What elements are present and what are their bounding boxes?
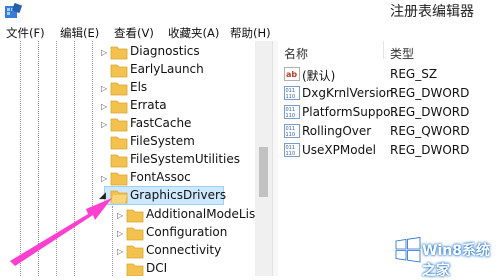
value-row[interactable]: 011 110 PlatformSuppo... REG_DWORD — [278, 103, 500, 122]
tree-item-label: Errata — [130, 98, 167, 112]
tree-item[interactable]: EarlyLaunch — [0, 61, 255, 79]
tree-item[interactable]: ▷ Errata — [0, 97, 255, 115]
open-folder-icon — [110, 190, 128, 204]
expand-icon[interactable]: ▷ — [117, 211, 123, 220]
tree-item-label: FileSystem — [130, 134, 195, 148]
value-name: DxgKrnlVersion — [302, 86, 394, 100]
expand-icon[interactable]: ▷ — [117, 229, 123, 238]
value-type: REG_DWORD — [390, 86, 470, 100]
windows-logo-icon — [395, 237, 421, 263]
tree-item-label: AdditionalModeLists — [146, 207, 267, 221]
expand-icon[interactable]: ▷ — [101, 84, 107, 93]
svg-text:110: 110 — [286, 151, 296, 157]
tree-item-selected[interactable]: ◢ GraphicsDrivers — [0, 186, 255, 205]
tree-item[interactable]: ▷ Configuration — [0, 224, 255, 242]
tree-scrollbar[interactable] — [255, 41, 272, 276]
value-name: UseXPModel — [302, 143, 376, 157]
tree-item-label: FontAssoc — [130, 170, 191, 184]
registry-editor-app-icon — [5, 3, 22, 18]
collapse-icon[interactable]: ◢ — [99, 191, 106, 201]
value-type: REG_SZ — [390, 67, 438, 81]
tree-item-label: FileSystemUtilities — [130, 152, 240, 166]
tree-item[interactable]: FileSystem — [0, 133, 255, 151]
svg-text:110: 110 — [286, 132, 296, 138]
tree-item[interactable]: ▷ Diagnostics — [0, 43, 255, 61]
tree-item-label: EarlyLaunch — [130, 62, 204, 76]
tree-item-label: GraphicsDrivers — [130, 188, 227, 202]
tree-item[interactable]: ▷ Els — [0, 79, 255, 97]
binary-value-icon: 011 110 — [284, 143, 300, 157]
tree-item[interactable]: FileSystemUtilities — [0, 151, 255, 169]
svg-text:110: 110 — [286, 113, 296, 119]
tree-item-label: DCI — [146, 261, 168, 275]
tree-item[interactable]: ▷ FastCache — [0, 115, 255, 133]
value-row[interactable]: 011 110 RollingOver REG_QWORD — [278, 122, 500, 141]
folder-icon — [126, 245, 144, 259]
value-type: REG_DWORD — [390, 143, 470, 157]
tree-item[interactable]: ▷ Connectivity — [0, 242, 255, 260]
expand-icon[interactable]: ▷ — [101, 120, 107, 129]
svg-text:ab: ab — [286, 70, 297, 79]
menu-edit[interactable]: 编辑(E) — [60, 25, 99, 41]
watermark-logo: Win8系统之家 — [392, 230, 500, 279]
folder-icon — [126, 209, 144, 223]
binary-value-icon: 011 110 — [284, 105, 300, 119]
watermark-text: Win8系统之家 — [422, 243, 490, 279]
expand-icon[interactable]: ▷ — [101, 102, 107, 111]
title-bar: 注册表编辑器 — [0, 0, 500, 22]
value-name: (默认) — [302, 69, 336, 83]
folder-icon — [110, 154, 128, 168]
value-row[interactable]: ab (默认) REG_SZ — [278, 65, 500, 84]
tree-item-label: Configuration — [146, 225, 228, 239]
menu-file[interactable]: 文件(F) — [6, 25, 45, 41]
tree-item-label: Els — [130, 80, 148, 94]
folder-icon — [110, 100, 128, 114]
value-name: PlatformSuppo... — [302, 105, 402, 119]
tree-item-label: Connectivity — [146, 243, 222, 257]
column-divider[interactable] — [383, 41, 384, 59]
value-type: REG_QWORD — [390, 124, 470, 138]
tree-item[interactable]: ▷ AdditionalModeLists — [0, 206, 266, 224]
folder-icon — [110, 82, 128, 96]
expand-icon[interactable]: ▷ — [101, 174, 107, 183]
menu-view[interactable]: 查看(V) — [114, 25, 154, 41]
scrollbar-thumb[interactable] — [259, 147, 268, 197]
string-value-icon: ab — [284, 67, 300, 81]
value-name: RollingOver — [302, 124, 372, 138]
registry-key-tree[interactable]: ▷ Diagnostics EarlyLaunch ▷ Els ▷ Errata… — [0, 41, 272, 276]
menu-help[interactable]: 帮助(H) — [230, 25, 271, 41]
folder-icon — [110, 64, 128, 78]
menu-favorites[interactable]: 收藏夹(A) — [168, 25, 219, 41]
column-header-type[interactable]: 类型 — [390, 45, 414, 62]
folder-icon — [126, 263, 144, 276]
folder-icon — [110, 118, 128, 132]
binary-value-icon: 011 110 — [284, 124, 300, 138]
tree-item-label: FastCache — [130, 116, 192, 130]
value-row[interactable]: 011 110 UseXPModel REG_DWORD — [278, 141, 500, 160]
tree-item-label: Diagnostics — [130, 44, 200, 58]
folder-icon — [110, 172, 128, 186]
folder-icon — [110, 136, 128, 150]
tree-item[interactable]: DCI — [0, 260, 255, 276]
svg-text:110: 110 — [286, 94, 296, 100]
value-type: REG_DWORD — [390, 105, 470, 119]
column-header-name[interactable]: 名称 — [284, 45, 308, 62]
window-title: 注册表编辑器 — [390, 4, 474, 20]
menu-bar: 文件(F) 编辑(E) 查看(V) 收藏夹(A) 帮助(H) — [0, 22, 500, 42]
tree-item[interactable]: ▷ FontAssoc — [0, 169, 255, 187]
folder-icon — [126, 227, 144, 241]
value-row[interactable]: 011 110 DxgKrnlVersion REG_DWORD — [278, 84, 500, 103]
expand-icon[interactable]: ▷ — [117, 247, 123, 256]
expand-icon[interactable]: ▷ — [101, 48, 107, 57]
folder-icon — [110, 46, 128, 60]
binary-value-icon: 011 110 — [284, 86, 300, 100]
